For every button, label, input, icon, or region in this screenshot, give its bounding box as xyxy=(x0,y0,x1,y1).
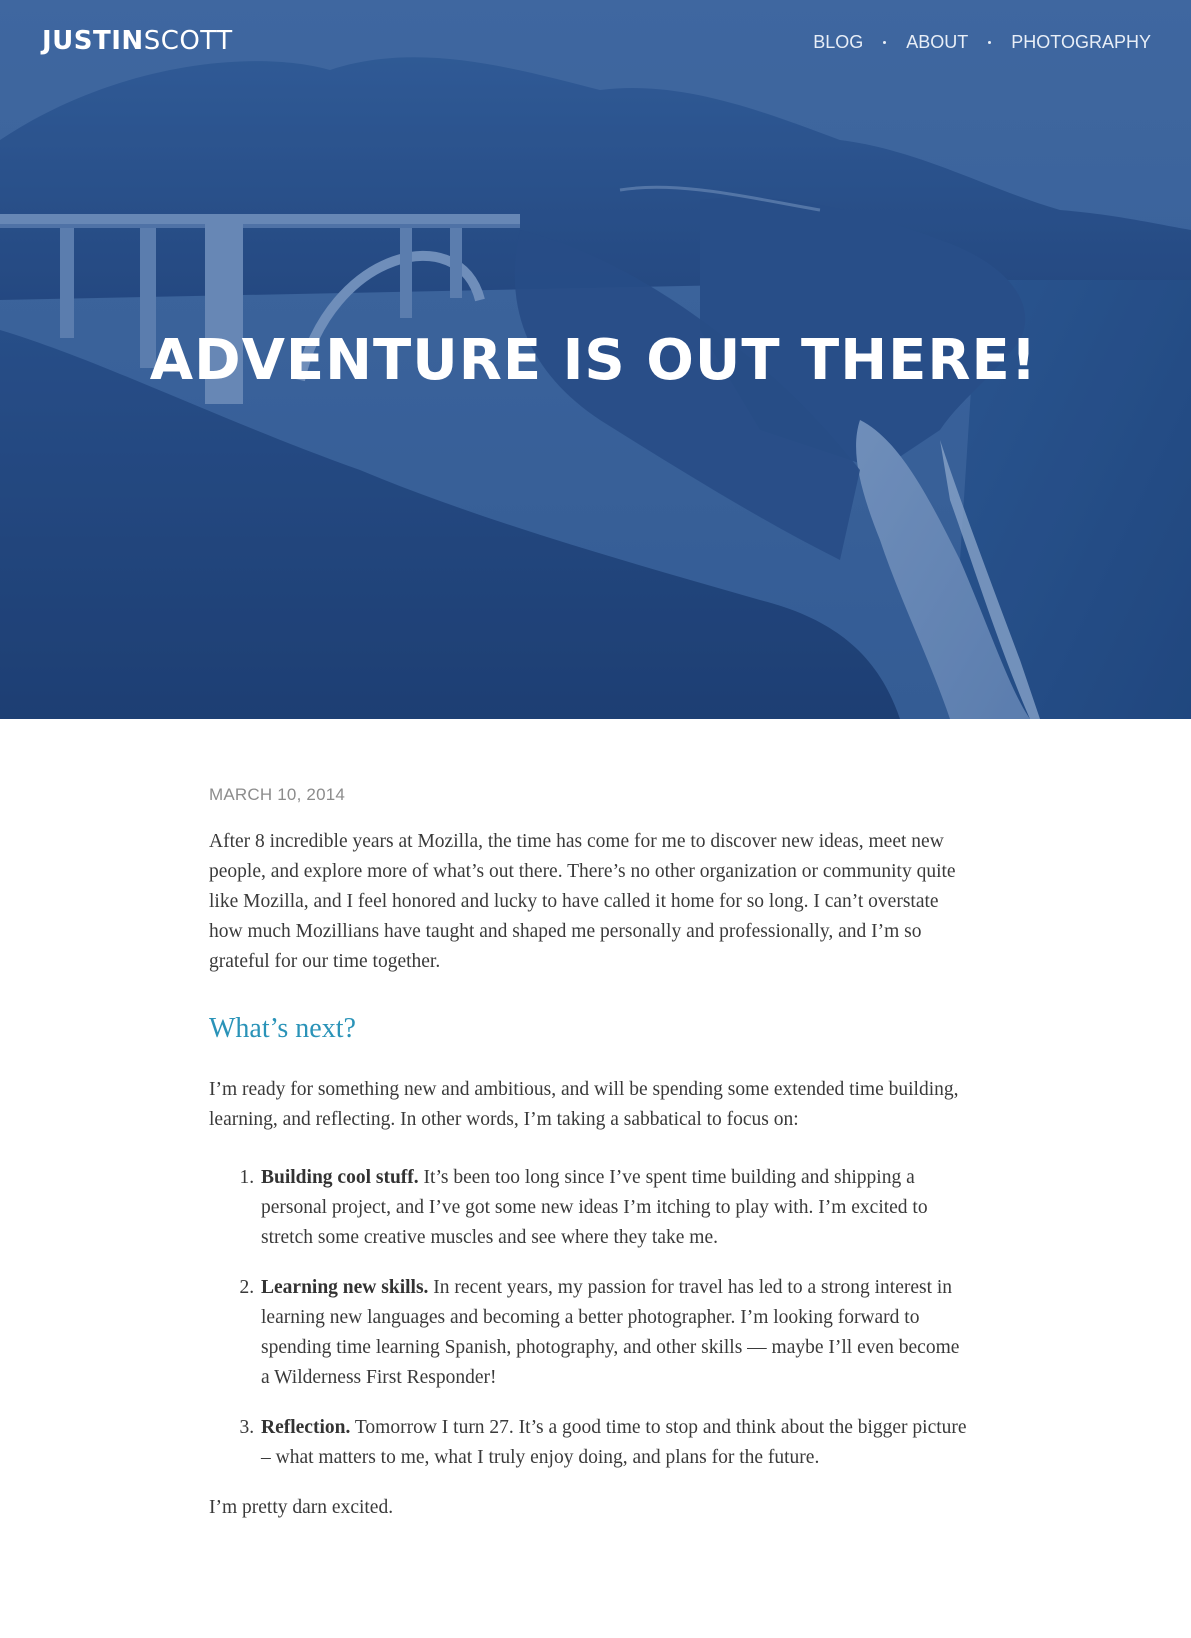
logo-last-name: SCOTT xyxy=(143,26,233,56)
closing-paragraph: I’m pretty darn excited. xyxy=(209,1497,394,1518)
post-title: ADVENTURE IS OUT THERE! xyxy=(149,328,1038,393)
nav-separator-dot xyxy=(883,41,887,44)
list-item: Reflection. Tomorrow I turn 27. It’s a g… xyxy=(259,1413,969,1473)
list-item-title: Learning new skills. xyxy=(261,1277,429,1298)
list-item-title: Building cool stuff. xyxy=(261,1167,419,1188)
hero-banner: JUSTINSCOTT BLOG ABOUT PHOTOGRAPHY ADVEN… xyxy=(0,0,1191,719)
main-nav: BLOG ABOUT PHOTOGRAPHY xyxy=(813,32,1151,53)
logo-first-name: JUSTIN xyxy=(42,26,144,56)
post-body: MARCH 10, 2014 After 8 incredible years … xyxy=(209,719,969,1523)
intro-paragraph: After 8 incredible years at Mozilla, the… xyxy=(209,831,956,972)
section-heading: What’s next? xyxy=(209,1013,356,1044)
site-logo[interactable]: JUSTINSCOTT xyxy=(42,26,233,56)
list-item: Building cool stuff. It’s been too long … xyxy=(259,1163,969,1253)
focus-list: Building cool stuff. It’s been too long … xyxy=(209,1163,969,1473)
list-item: Learning new skills. In recent years, my… xyxy=(259,1273,969,1393)
list-item-text: Tomorrow I turn 27. It’s a good time to … xyxy=(261,1417,967,1468)
nav-item-about[interactable]: ABOUT xyxy=(906,32,968,53)
nav-item-blog[interactable]: BLOG xyxy=(813,32,863,53)
list-item-title: Reflection. xyxy=(261,1417,351,1438)
nav-item-photography[interactable]: PHOTOGRAPHY xyxy=(1011,32,1151,53)
post-date: MARCH 10, 2014 xyxy=(209,785,346,804)
nav-separator-dot xyxy=(988,41,992,44)
lead-paragraph: I’m ready for something new and ambitiou… xyxy=(209,1079,959,1130)
